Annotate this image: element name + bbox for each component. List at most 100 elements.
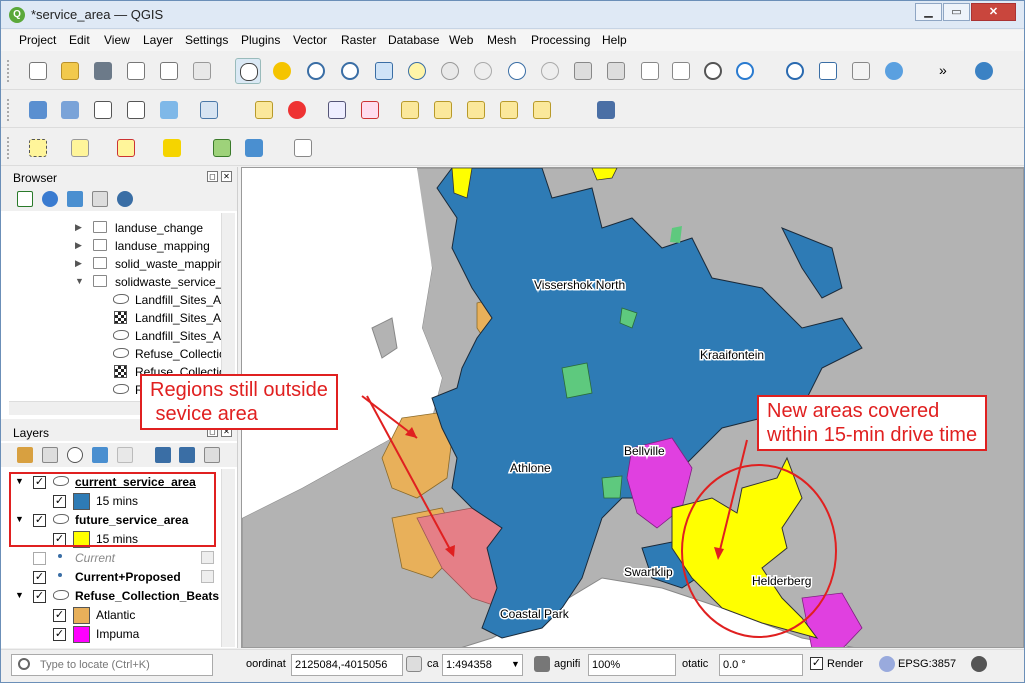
menu-mesh[interactable]: Mesh — [487, 33, 516, 47]
add-layer-icon[interactable] — [17, 191, 33, 207]
label-properties-icon[interactable] — [529, 97, 555, 123]
menu-edit[interactable]: Edit — [69, 33, 90, 47]
legend-class-row[interactable]: ✓ Atlantic — [9, 606, 219, 625]
collapse-arrow-icon[interactable]: ▼ — [75, 276, 84, 286]
save-project-icon[interactable] — [90, 58, 116, 84]
select-by-expression-icon[interactable] — [67, 135, 93, 161]
pin-label-icon[interactable] — [324, 97, 350, 123]
refresh-icon[interactable] — [42, 191, 58, 207]
menu-vector[interactable]: Vector — [293, 33, 327, 47]
toolbar-overflow-icon[interactable]: » — [939, 62, 947, 78]
temporal-controller-icon[interactable] — [603, 58, 629, 84]
layer-visibility-checkbox[interactable]: ✓ — [33, 590, 46, 603]
layout-manager-icon[interactable] — [156, 58, 182, 84]
search-map-icon[interactable] — [209, 135, 235, 161]
filter-expression-icon[interactable] — [117, 447, 133, 463]
manage-visibility-icon[interactable] — [67, 447, 83, 463]
layer-row-refuse-collection-beats[interactable]: ▼ ✓ Refuse_Collection_Beats — [9, 587, 219, 606]
show-label-icon[interactable] — [430, 97, 456, 123]
menu-help[interactable]: Help — [602, 33, 627, 47]
close-button[interactable]: ✕ — [971, 3, 1016, 21]
expand-arrow-icon[interactable]: ▶ — [75, 240, 82, 251]
rotate-label-icon[interactable] — [463, 97, 489, 123]
layer-visibility-checkbox[interactable] — [33, 552, 46, 565]
menu-project[interactable]: Project — [19, 33, 56, 47]
filter-indicator-icon[interactable] — [201, 551, 214, 564]
browser-item[interactable]: ▼ solidwaste_service_a — [9, 273, 221, 291]
filter-indicator-icon[interactable] — [201, 570, 214, 583]
style-layer-icon[interactable] — [17, 447, 33, 463]
messages-icon[interactable] — [971, 656, 987, 672]
help-icon[interactable] — [593, 97, 619, 123]
browser-scrollbar-vertical[interactable] — [221, 213, 235, 401]
collapse-arrow-icon[interactable]: ▼ — [15, 590, 24, 600]
profile-graph-icon[interactable] — [290, 135, 316, 161]
expand-all-icon[interactable] — [155, 447, 171, 463]
collapse-all-icon[interactable] — [92, 191, 108, 207]
measure-tool-icon[interactable] — [241, 135, 267, 161]
expand-arrow-icon[interactable]: ▶ — [75, 222, 82, 233]
label-tool-icon[interactable] — [251, 97, 277, 123]
maximize-button[interactable]: ▭ — [943, 3, 970, 21]
statistics-icon[interactable] — [848, 58, 874, 84]
menu-plugins[interactable]: Plugins — [241, 33, 280, 47]
change-label-icon[interactable] — [496, 97, 522, 123]
add-group-icon[interactable] — [42, 447, 58, 463]
layer-row-current-proposed[interactable]: ✓ Current+Proposed — [9, 568, 219, 587]
select-by-location-icon[interactable] — [159, 135, 185, 161]
zoom-out-icon[interactable] — [337, 58, 363, 84]
scale-dropdown-icon[interactable]: ▼ — [511, 659, 520, 669]
layer-row-current[interactable]: Current — [9, 549, 219, 568]
expand-arrow-icon[interactable]: ▶ — [75, 258, 82, 269]
identify-features-icon[interactable] — [782, 58, 808, 84]
zoom-to-selection-icon[interactable] — [404, 58, 430, 84]
web-plugin-icon[interactable] — [971, 58, 997, 84]
browser-item[interactable]: Landfill_Sites_Ar — [9, 291, 221, 309]
style-manager-icon[interactable] — [189, 58, 215, 84]
globe-icon[interactable] — [879, 656, 895, 672]
settings-gear-icon[interactable] — [881, 58, 907, 84]
new-print-layout-icon[interactable] — [123, 58, 149, 84]
lock-scale-icon[interactable] — [534, 656, 550, 672]
browser-item[interactable]: Landfill_Sites_Ar — [9, 327, 221, 345]
digitize-line-icon[interactable] — [123, 97, 149, 123]
collapse-all-icon[interactable] — [179, 447, 195, 463]
new-bookmark-icon[interactable] — [637, 58, 663, 84]
menu-web[interactable]: Web — [449, 33, 473, 47]
browser-item[interactable]: ▶ landuse_change — [9, 219, 221, 237]
float-panel-icon[interactable]: ◻ — [207, 171, 218, 182]
menu-processing[interactable]: Processing — [531, 33, 590, 47]
refresh-icon[interactable] — [732, 58, 758, 84]
zoom-to-layer-icon[interactable] — [437, 58, 463, 84]
browser-item[interactable]: ▶ solid_waste_mappin — [9, 255, 221, 273]
zoom-native-icon[interactable] — [470, 58, 496, 84]
data-source-manager-icon[interactable] — [25, 97, 51, 123]
layer-visibility-checkbox[interactable]: ✓ — [33, 571, 46, 584]
hide-label-icon[interactable] — [357, 97, 383, 123]
zoom-in-icon[interactable] — [303, 58, 329, 84]
crs-button[interactable]: EPSG:3857 — [898, 658, 956, 670]
processing-toolbox-icon[interactable] — [196, 97, 222, 123]
diagram-tool-icon[interactable] — [284, 97, 310, 123]
magnifier-field[interactable]: 100% — [588, 654, 676, 676]
menu-database[interactable]: Database — [388, 33, 439, 47]
info-icon[interactable] — [117, 191, 133, 207]
browser-item[interactable]: ▶ landuse_mapping — [9, 237, 221, 255]
menu-settings[interactable]: Settings — [185, 33, 228, 47]
gps-icon[interactable] — [156, 97, 182, 123]
minimize-button[interactable]: ▁ — [915, 3, 942, 21]
filter-icon[interactable] — [67, 191, 83, 207]
clock-icon[interactable] — [700, 58, 726, 84]
render-checkbox[interactable]: ✓ — [810, 657, 823, 670]
pan-map-icon[interactable] — [235, 58, 261, 84]
menu-layer[interactable]: Layer — [143, 33, 173, 47]
filter-legend-icon[interactable] — [92, 447, 108, 463]
select-features-icon[interactable] — [25, 135, 51, 161]
class-visibility-checkbox[interactable]: ✓ — [53, 628, 66, 641]
rotation-field[interactable]: 0.0 ° — [719, 654, 803, 676]
browser-item[interactable]: Landfill_Sites_Ar — [9, 309, 221, 327]
new-project-icon[interactable] — [25, 58, 51, 84]
remove-layer-icon[interactable] — [204, 447, 220, 463]
menu-view[interactable]: View — [104, 33, 130, 47]
open-attribute-table-icon[interactable] — [815, 58, 841, 84]
